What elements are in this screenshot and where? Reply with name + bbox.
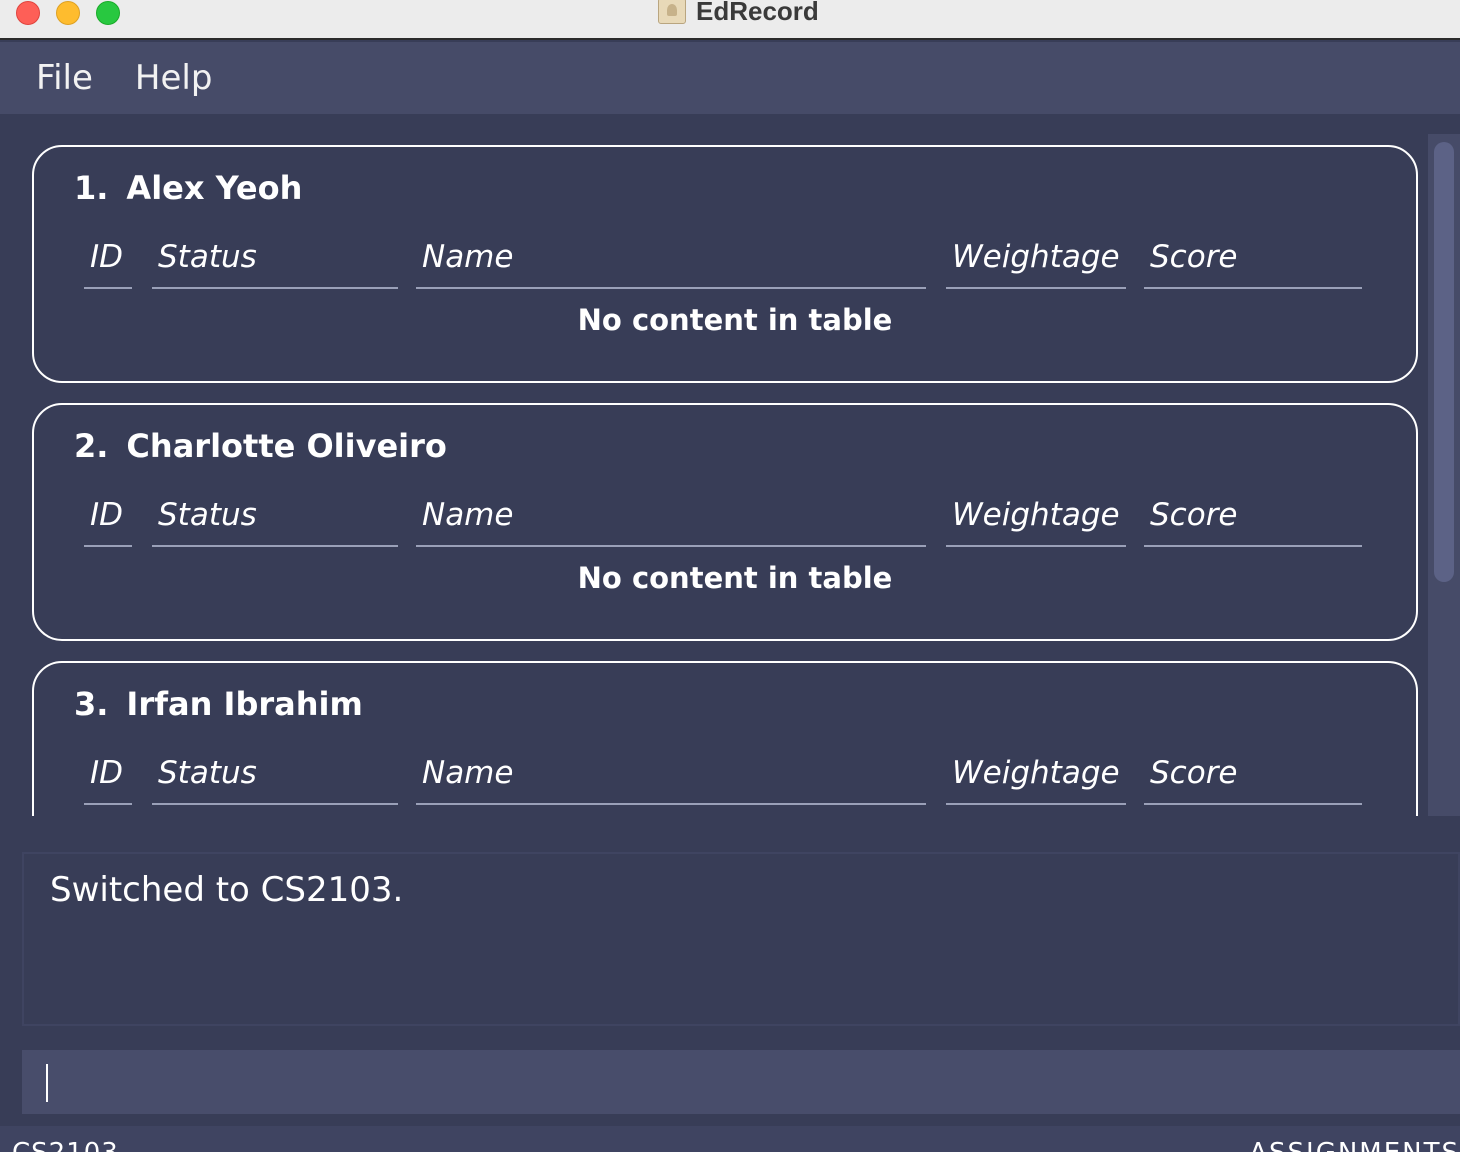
list-scrollbar-thumb[interactable] bbox=[1434, 142, 1454, 582]
column-header-status[interactable]: Status bbox=[152, 235, 398, 289]
empty-table-message: No content in table bbox=[577, 561, 893, 595]
student-list[interactable]: 1. Alex Yeoh ID Status Name Weightage Sc… bbox=[0, 114, 1428, 816]
window-title: EdRecord bbox=[696, 0, 819, 26]
maximize-window-button[interactable] bbox=[96, 1, 120, 25]
column-header-name[interactable]: Name bbox=[416, 235, 926, 289]
column-header-status[interactable]: Status bbox=[152, 751, 398, 805]
student-name: Charlotte Oliveiro bbox=[126, 427, 447, 465]
column-header-status[interactable]: Status bbox=[152, 493, 398, 547]
column-header-weightage[interactable]: Weightage bbox=[946, 235, 1126, 289]
column-header-score[interactable]: Score bbox=[1144, 493, 1362, 547]
student-card[interactable]: 1. Alex Yeoh ID Status Name Weightage Sc… bbox=[32, 145, 1418, 383]
window-title-group: EdRecord bbox=[658, 0, 819, 28]
status-bar: CS2103 ASSIGNMENTS bbox=[0, 1126, 1460, 1152]
empty-table-message: No content in table bbox=[577, 303, 893, 337]
command-input[interactable] bbox=[22, 1050, 1460, 1114]
column-header-score[interactable]: Score bbox=[1144, 235, 1362, 289]
student-card-title: 2. Charlotte Oliveiro bbox=[74, 427, 447, 465]
student-index: 2. bbox=[74, 427, 109, 465]
student-card-title: 1. Alex Yeoh bbox=[74, 169, 302, 207]
menu-help[interactable]: Help bbox=[135, 58, 213, 98]
student-name: Alex Yeoh bbox=[126, 169, 303, 207]
menu-bar: File Help bbox=[0, 42, 1460, 114]
column-header-id[interactable]: ID bbox=[84, 751, 132, 805]
student-name: Irfan Ibrahim bbox=[126, 685, 363, 723]
student-card[interactable]: 3. Irfan Ibrahim ID Status Name Weightag… bbox=[32, 661, 1418, 816]
close-window-button[interactable] bbox=[16, 1, 40, 25]
student-card-title: 3. Irfan Ibrahim bbox=[74, 685, 363, 723]
minimize-window-button[interactable] bbox=[56, 1, 80, 25]
app-icon bbox=[658, 0, 686, 24]
menu-file[interactable]: File bbox=[36, 58, 93, 98]
column-header-id[interactable]: ID bbox=[84, 493, 132, 547]
text-caret bbox=[46, 1064, 48, 1102]
student-card[interactable]: 2. Charlotte Oliveiro ID Status Name Wei… bbox=[32, 403, 1418, 641]
column-header-score[interactable]: Score bbox=[1144, 751, 1362, 805]
student-index: 3. bbox=[74, 685, 109, 723]
column-header-id[interactable]: ID bbox=[84, 235, 132, 289]
column-header-weightage[interactable]: Weightage bbox=[946, 751, 1126, 805]
title-bar: EdRecord bbox=[0, 0, 1460, 40]
result-message: Switched to CS2103. bbox=[50, 870, 404, 910]
status-module: CS2103 bbox=[12, 1138, 119, 1152]
column-header-name[interactable]: Name bbox=[416, 493, 926, 547]
result-display: Switched to CS2103. bbox=[22, 852, 1460, 1026]
column-header-weightage[interactable]: Weightage bbox=[946, 493, 1126, 547]
status-view: ASSIGNMENTS bbox=[1249, 1138, 1460, 1152]
student-list-panel: 1. Alex Yeoh ID Status Name Weightage Sc… bbox=[0, 114, 1460, 836]
student-index: 1. bbox=[74, 169, 109, 207]
column-header-name[interactable]: Name bbox=[416, 751, 926, 805]
